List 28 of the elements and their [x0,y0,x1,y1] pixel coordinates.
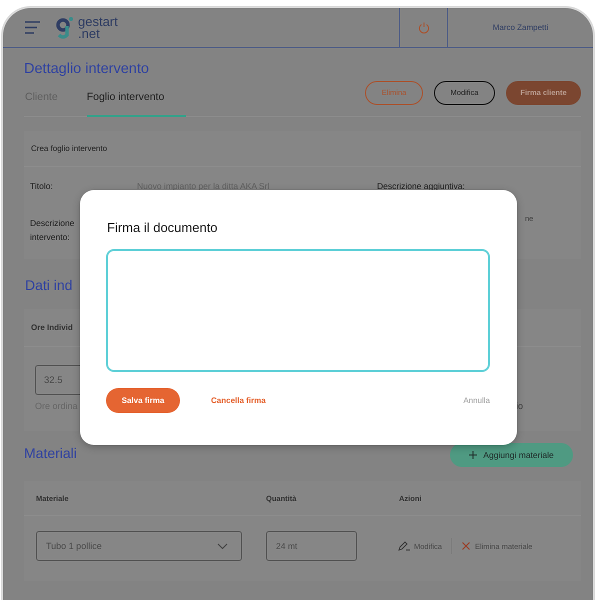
clear-signature-link[interactable]: Cancella firma [211,396,266,405]
field-label: intervento: [30,231,70,244]
power-icon[interactable] [418,22,430,34]
page-title: Dettaglio intervento [24,61,150,79]
menu-icon[interactable] [25,21,40,34]
tab[interactable]: Foglio intervento [86,78,186,116]
user-name[interactable]: Marco Zampetti [447,8,593,48]
dialog-title: Firma il documento [107,220,219,235]
card-heading: Crea foglio intervento [24,131,581,167]
plus-icon [469,451,478,459]
close-icon [460,541,471,551]
column-header: Ore Individ [31,323,73,332]
logo-icon [56,16,74,38]
save-signature-button[interactable]: Salva firma [106,388,180,413]
field-label: Titolo: [30,181,54,193]
cancel-link[interactable]: Annulla [463,396,490,405]
pencil-icon [398,541,410,551]
section-title: Materiali [24,445,77,463]
logo-text: .net [78,28,100,40]
add-material-button[interactable]: Aggiungi materiale [450,443,573,467]
chevron-down-icon [217,542,228,550]
material-select[interactable]: Tubo 1 pollice [36,531,242,561]
signature-pad[interactable] [106,249,490,372]
quantity-field[interactable]: 24 mt [266,531,357,561]
field-label: Descrizione [30,217,74,230]
field-label: Descrizione aggiuntiva: [377,181,466,193]
logo-text: gestart [78,16,118,28]
section-title: Dati ind [25,277,74,295]
